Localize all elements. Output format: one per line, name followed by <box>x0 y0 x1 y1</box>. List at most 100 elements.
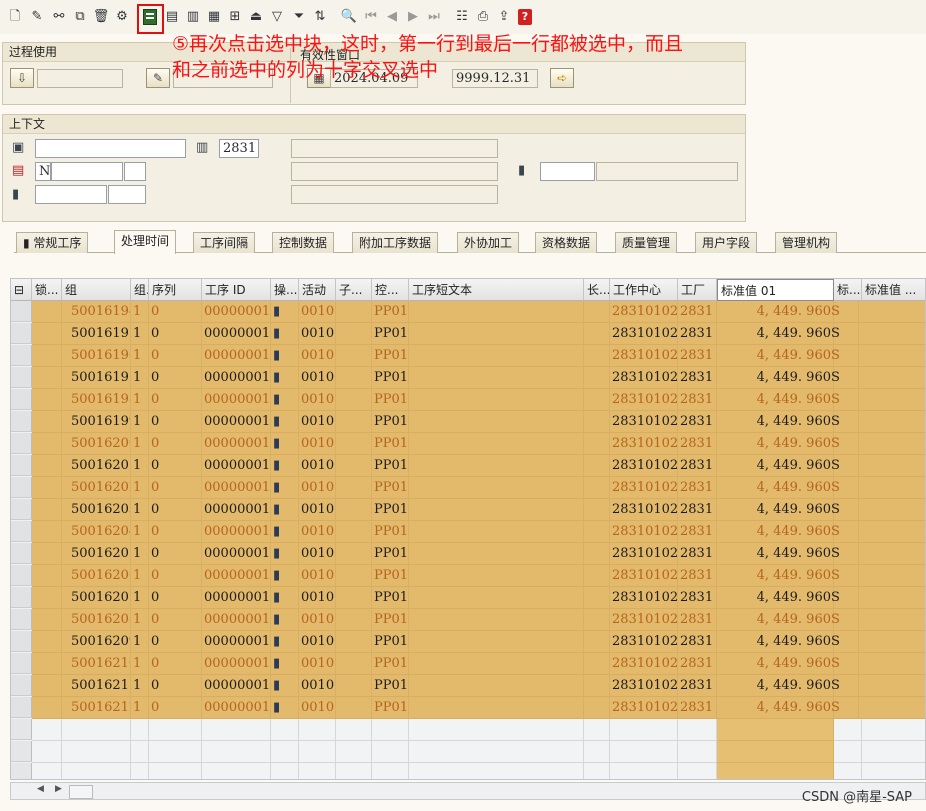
empty-cell[interactable] <box>271 741 299 763</box>
cell-plant[interactable]: 2831 <box>678 477 717 499</box>
row-selector[interactable] <box>11 565 32 586</box>
next-icon[interactable]: ▶ <box>406 9 420 25</box>
row-selector[interactable] <box>11 411 32 432</box>
cell-control[interactable]: PP01 <box>372 609 409 631</box>
cell-lock[interactable] <box>32 697 62 719</box>
cell-std-value[interactable]: 4, 449. 960 <box>717 455 834 477</box>
cell-plant[interactable]: 2831 <box>678 301 717 323</box>
cell-op-id[interactable]: 00000001 <box>202 697 271 719</box>
empty-cell[interactable] <box>131 763 149 779</box>
col-header-op[interactable]: 操... <box>271 279 299 301</box>
cell-unit[interactable]: S <box>831 411 859 433</box>
cell-sequence[interactable]: 0 <box>149 543 202 565</box>
filter2-icon[interactable]: ⏷ <box>292 9 306 25</box>
operation-icon[interactable]: ▮ <box>271 455 299 477</box>
cell-long[interactable] <box>584 367 610 389</box>
empty-cell[interactable] <box>834 741 862 763</box>
row-selector[interactable] <box>11 499 32 520</box>
empty-cell[interactable] <box>32 719 62 741</box>
cell-counter[interactable]: 1 <box>131 323 149 345</box>
cell-short-text[interactable] <box>409 543 584 565</box>
cell-std-value-2[interactable] <box>862 433 925 455</box>
cell-activity[interactable]: 0010 <box>299 455 336 477</box>
empty-cell[interactable] <box>62 719 131 741</box>
cell-control[interactable]: PP01 <box>372 411 409 433</box>
empty-cell[interactable] <box>299 719 336 741</box>
cell-std-value[interactable]: 4, 449. 960 <box>717 389 834 411</box>
row-selector[interactable] <box>11 653 32 674</box>
cell-short-text[interactable] <box>409 411 584 433</box>
cell-sub[interactable] <box>336 411 372 433</box>
cell-activity[interactable]: 0010 <box>299 499 336 521</box>
cell-op-id[interactable]: 00000001 <box>202 389 271 411</box>
cell-sub[interactable] <box>336 477 372 499</box>
row-selector[interactable] <box>11 741 32 762</box>
cell-std-value-2[interactable] <box>862 609 925 631</box>
row-selector[interactable] <box>11 367 32 388</box>
tab-additional-data[interactable]: 附加工序数据 <box>352 232 439 253</box>
cell-group[interactable]: 50016207 <box>62 587 131 609</box>
cell-plant[interactable]: 2831 <box>678 411 717 433</box>
cell-long[interactable] <box>584 543 610 565</box>
table-row[interactable]: 50016194 1 0 00000001 ▮ 0010 PP01 28310102 2831 4… <box>11 301 925 323</box>
empty-cell[interactable] <box>862 719 925 741</box>
cell-std-value[interactable]: 4, 449. 960 <box>717 565 834 587</box>
cell-long[interactable] <box>584 301 610 323</box>
cell-work-center[interactable]: 28310102 <box>610 587 678 609</box>
cell-short-text[interactable] <box>409 301 584 323</box>
col-header-counter[interactable]: 组. <box>131 279 149 301</box>
tab-organization[interactable]: 管理机构 <box>775 232 838 253</box>
cell-work-center[interactable]: 28310102 <box>610 411 678 433</box>
filter-icon[interactable]: ▽ <box>270 9 284 25</box>
cell-short-text[interactable] <box>409 433 584 455</box>
scroll-left-icon[interactable]: ◀ <box>37 784 44 794</box>
cell-counter[interactable]: 1 <box>131 345 149 367</box>
table-row[interactable]: 50016196 1 0 00000001 ▮ 0010 PP01 28310102 2831 4… <box>11 345 925 367</box>
cell-op-id[interactable]: 00000001 <box>202 345 271 367</box>
cell-lock[interactable] <box>32 543 62 565</box>
empty-cell[interactable] <box>678 763 717 779</box>
cell-op-id[interactable]: 00000001 <box>202 653 271 675</box>
operation-icon[interactable]: ▮ <box>271 543 299 565</box>
empty-cell[interactable] <box>610 719 678 741</box>
cell-std-value[interactable]: 4, 449. 960 <box>717 543 834 565</box>
col-header-activity[interactable]: 活动 <box>299 279 336 301</box>
cell-lock[interactable] <box>32 455 62 477</box>
cell-activity[interactable]: 0010 <box>299 631 336 653</box>
cell-std-value-2[interactable] <box>862 389 925 411</box>
cell-long[interactable] <box>584 587 610 609</box>
tab-quality-management[interactable]: 质量管理 <box>615 232 678 253</box>
cell-work-center[interactable]: 28310102 <box>610 455 678 477</box>
cell-counter[interactable]: 1 <box>131 455 149 477</box>
cell-plant[interactable]: 2831 <box>678 675 717 697</box>
scroll-thumb[interactable] <box>69 785 93 799</box>
cell-op-id[interactable]: 00000001 <box>202 477 271 499</box>
cell-long[interactable] <box>584 433 610 455</box>
cell-group[interactable]: 50016204 <box>62 521 131 543</box>
col-header-control[interactable]: 控... <box>372 279 409 301</box>
table-row[interactable]: 50016210 1 0 00000001 ▮ 0010 PP01 28310102 2831 4… <box>11 653 925 675</box>
col-header-unit[interactable]: 标... <box>834 279 862 301</box>
cell-short-text[interactable] <box>409 367 584 389</box>
cell-unit[interactable]: S <box>831 631 859 653</box>
empty-cell[interactable] <box>202 763 271 779</box>
empty-cell[interactable] <box>717 741 834 763</box>
empty-cell[interactable] <box>862 741 925 763</box>
cell-short-text[interactable] <box>409 653 584 675</box>
cell-plant[interactable]: 2831 <box>678 323 717 345</box>
tab-operation-interval[interactable]: 工序间隔 <box>193 232 256 253</box>
empty-cell[interactable] <box>336 719 372 741</box>
cell-group[interactable]: 50016201 <box>62 455 131 477</box>
cell-std-value-2[interactable] <box>862 697 925 719</box>
empty-cell[interactable] <box>409 719 584 741</box>
cell-op-id[interactable]: 00000001 <box>202 411 271 433</box>
plant-field[interactable]: 2831 <box>219 139 259 158</box>
operation-icon[interactable]: ▮ <box>271 609 299 631</box>
cell-unit[interactable]: S <box>831 301 859 323</box>
execute-arrow-button[interactable]: ➪ <box>550 68 574 88</box>
col-header-std-value-01[interactable]: 标准值 01 <box>717 279 834 301</box>
cell-plant[interactable]: 2831 <box>678 521 717 543</box>
empty-cell[interactable] <box>717 719 834 741</box>
cell-work-center[interactable]: 28310102 <box>610 323 678 345</box>
row-selector[interactable] <box>11 587 32 608</box>
